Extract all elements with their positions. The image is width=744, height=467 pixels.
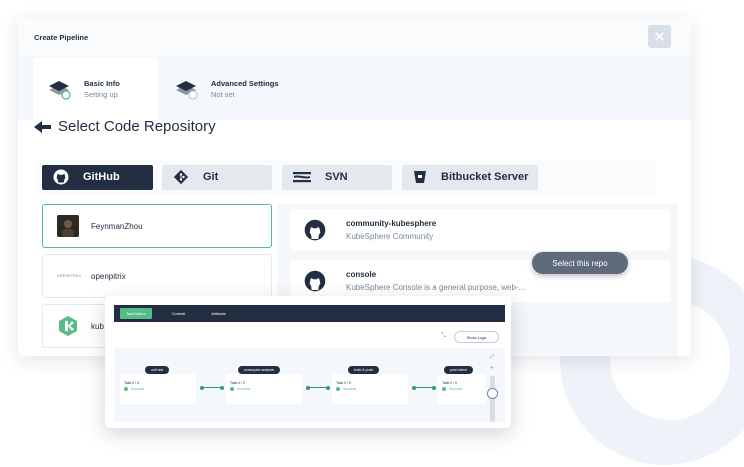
tab-svn[interactable]: SVN bbox=[282, 164, 392, 190]
stage-connector bbox=[412, 385, 436, 390]
task-count: Task 0 / 0 bbox=[230, 381, 245, 385]
org-name: openpitrix bbox=[91, 271, 126, 281]
zoom-in-icon[interactable]: + bbox=[490, 366, 494, 372]
task-status: Success bbox=[124, 387, 192, 391]
step-label: Advanced Settings bbox=[211, 78, 279, 88]
task-status: Success bbox=[336, 387, 404, 391]
stage-label: build & push bbox=[348, 366, 380, 374]
fit-view-icon[interactable]: ⤢ bbox=[490, 354, 494, 360]
tab-task-status[interactable]: TaskStatus bbox=[120, 308, 152, 319]
tab-label: Git bbox=[203, 171, 219, 183]
zoom-slider[interactable] bbox=[490, 376, 495, 422]
tab-commit[interactable]: Commit bbox=[166, 308, 192, 319]
tab-label: Bitbucket Server bbox=[441, 171, 529, 183]
step-bar: Basic Info Setting up Advanced Settings … bbox=[18, 58, 691, 120]
tab-label: GitHub bbox=[83, 171, 120, 183]
tab-git[interactable]: Git bbox=[162, 164, 272, 190]
pipeline-run-preview: TaskStatus Commit Artifacts ⤡ Show Logs … bbox=[105, 296, 511, 428]
stage-label: push latest bbox=[444, 366, 473, 374]
task-count: Task 0 / 0 bbox=[336, 381, 351, 385]
tab-artifacts[interactable]: Artifacts bbox=[205, 308, 231, 319]
section-title-text: Select Code Repository bbox=[58, 118, 216, 135]
github-icon bbox=[304, 219, 326, 241]
repo-source-tabs: GitHub Git SVN Bitbucket Server bbox=[36, 160, 656, 194]
modal-title: Create Pipeline bbox=[34, 33, 89, 42]
org-name: kub bbox=[91, 321, 104, 331]
avatar bbox=[57, 215, 79, 237]
github-icon bbox=[53, 169, 69, 185]
section-title: Select Code Repository bbox=[34, 118, 216, 135]
stage-card[interactable]: Task 0 / 0 Success bbox=[438, 374, 486, 404]
layers-icon bbox=[47, 78, 71, 100]
stage-connector bbox=[306, 385, 330, 390]
git-icon bbox=[173, 169, 189, 185]
task-count: Task 0 / 0 bbox=[442, 381, 457, 385]
tab-label: SVN bbox=[325, 171, 348, 183]
step-status: Setting up bbox=[84, 89, 118, 99]
stage-label: sonarqube analysis bbox=[238, 366, 281, 374]
stage-connector bbox=[200, 385, 224, 390]
step-status: Not set bbox=[211, 89, 235, 99]
layers-icon bbox=[174, 78, 198, 100]
kubesphere-logo-icon bbox=[59, 316, 77, 336]
show-logs-button[interactable]: Show Logs bbox=[454, 331, 499, 343]
tab-github[interactable]: GitHub bbox=[42, 164, 153, 190]
org-name: FeynmanZhou bbox=[91, 221, 143, 231]
stage-card[interactable]: Task 0 / 0 Success bbox=[226, 374, 302, 404]
svn-icon bbox=[293, 172, 311, 183]
expand-icon[interactable]: ⤡ bbox=[441, 333, 446, 340]
stage-card[interactable]: Task 0 / 0 Success bbox=[120, 374, 196, 404]
repo-name: console bbox=[346, 269, 377, 279]
repo-name: community-kubesphere bbox=[346, 218, 437, 228]
page: Create Pipeline ✕ Basic Info Setting up bbox=[0, 0, 744, 467]
org-item-openpitrix[interactable]: OPENPITRIX openpitrix bbox=[42, 254, 272, 298]
task-status: Success bbox=[442, 387, 482, 391]
graph-toolbar: ⤡ Show Logs bbox=[114, 326, 505, 348]
task-count: Task 0 / 0 bbox=[124, 381, 139, 385]
close-button[interactable]: ✕ bbox=[648, 25, 671, 48]
task-status: Success bbox=[230, 387, 298, 391]
stage-card[interactable]: Task 0 / 0 Success bbox=[332, 374, 408, 404]
repo-description: KubeSphere Console is a general purpose,… bbox=[346, 282, 526, 292]
zoom-slider-handle[interactable] bbox=[487, 388, 498, 399]
pipeline-graph: ⤡ Show Logs unit test Task 0 / 0 Success… bbox=[114, 326, 505, 422]
modal-header: Create Pipeline bbox=[18, 18, 691, 58]
select-repo-button[interactable]: Select this repo bbox=[532, 252, 628, 274]
run-tabs: TaskStatus Commit Artifacts bbox=[114, 305, 505, 322]
stage-label: unit test bbox=[145, 366, 170, 374]
bitbucket-icon bbox=[414, 171, 426, 183]
step-advanced-settings[interactable]: Advanced Settings Not set bbox=[168, 58, 368, 120]
github-icon bbox=[304, 270, 326, 292]
org-item-feynmanzhou[interactable]: FeynmanZhou bbox=[42, 204, 272, 248]
repo-description: KubeSphere Community bbox=[346, 231, 434, 241]
repo-item-community-kubesphere[interactable]: community-kubesphere KubeSphere Communit… bbox=[290, 209, 670, 251]
openpitrix-logo: OPENPITRIX bbox=[57, 274, 82, 278]
close-icon: ✕ bbox=[653, 28, 666, 46]
step-basic-info[interactable]: Basic Info Setting up bbox=[33, 58, 158, 120]
step-label: Basic Info bbox=[84, 78, 120, 88]
back-arrow-icon[interactable] bbox=[34, 120, 52, 134]
tab-bitbucket-server[interactable]: Bitbucket Server bbox=[402, 164, 538, 190]
